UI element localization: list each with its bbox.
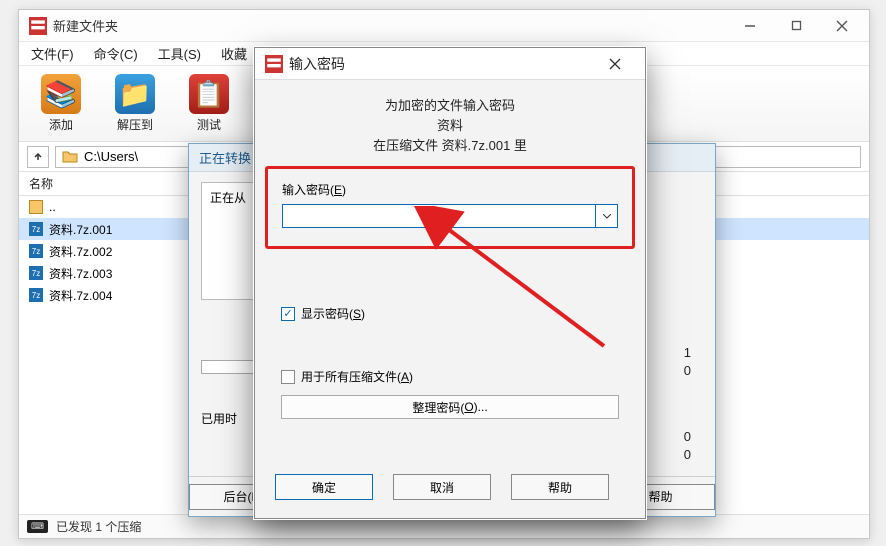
use-for-all-label: 用于所有压缩文件(A) <box>301 368 413 385</box>
menu-command[interactable]: 命令(C) <box>90 42 142 65</box>
elapsed-label: 已用时 <box>201 410 261 427</box>
tool-add-label: 添加 <box>49 116 73 133</box>
column-name[interactable]: 名称 <box>29 175 53 192</box>
nav-up-button[interactable] <box>27 146 49 168</box>
menu-tools[interactable]: 工具(S) <box>154 42 205 65</box>
row-name: 资料.7z.001 <box>49 221 112 238</box>
main-titlebar: 新建文件夹 <box>19 10 869 42</box>
ok-button[interactable]: 确定 <box>275 474 373 500</box>
folder-icon <box>62 149 78 165</box>
path-text: C:\Users\ <box>84 149 138 164</box>
keyboard-icon: ⌨ <box>27 520 48 533</box>
winrar-icon <box>265 55 283 73</box>
tool-extract[interactable]: 📁 解压到 <box>107 74 163 133</box>
password-input[interactable] <box>282 204 596 228</box>
password-header-line3: 在压缩文件 资料.7z.001 里 <box>255 136 645 156</box>
use-for-all-check[interactable]: ✓ 用于所有压缩文件(A) <box>281 368 645 385</box>
tool-extract-label: 解压到 <box>117 116 153 133</box>
password-highlight-frame: 输入密码(E) <box>265 166 635 249</box>
main-window-title: 新建文件夹 <box>53 16 118 35</box>
password-dropdown-button[interactable] <box>596 204 618 228</box>
manage-passwords-button[interactable]: 整理密码(O)... <box>281 395 619 419</box>
menu-file[interactable]: 文件(F) <box>27 42 78 65</box>
close-button[interactable] <box>819 12 865 40</box>
close-icon[interactable] <box>595 50 635 78</box>
password-input-label: 输入密码(E) <box>282 181 618 198</box>
password-header-line2: 资料 <box>255 116 645 136</box>
help-button[interactable]: 帮助 <box>511 474 609 500</box>
archive-test-icon: 📋 <box>189 74 229 114</box>
minimize-button[interactable] <box>727 12 773 40</box>
extracting-info-text: 正在从 <box>210 191 246 205</box>
password-header: 为加密的文件输入密码 资料 在压缩文件 资料.7z.001 里 <box>255 80 645 166</box>
cancel-button[interactable]: 取消 <box>393 474 491 500</box>
tool-add[interactable]: 📚 添加 <box>33 74 89 133</box>
row-name: 资料.7z.003 <box>49 265 112 282</box>
show-password-label: 显示密码(S) <box>301 305 365 322</box>
archive-icon: 7z <box>29 244 43 258</box>
checkbox-checked-icon: ✓ <box>281 307 295 321</box>
password-dialog-titlebar: 输入密码 <box>255 48 645 80</box>
password-header-line1: 为加密的文件输入密码 <box>255 96 645 116</box>
folder-up-icon <box>29 200 43 214</box>
row-name: 资料.7z.004 <box>49 287 112 304</box>
show-password-check[interactable]: ✓ 显示密码(S) <box>281 305 645 322</box>
password-dialog-title: 输入密码 <box>289 54 345 74</box>
archive-icon: 7z <box>29 288 43 302</box>
archive-extract-icon: 📁 <box>115 74 155 114</box>
status-text: 已发现 1 个压缩 <box>56 518 141 535</box>
archive-icon: 7z <box>29 266 43 280</box>
password-dialog: 输入密码 为加密的文件输入密码 资料 在压缩文件 资料.7z.001 里 输入密… <box>254 47 646 519</box>
chevron-down-icon <box>603 214 611 219</box>
archive-add-icon: 📚 <box>41 74 81 114</box>
checkbox-unchecked-icon: ✓ <box>281 370 295 384</box>
tool-test-label: 测试 <box>197 116 221 133</box>
winrar-icon <box>29 17 47 35</box>
tool-test[interactable]: 📋 测试 <box>181 74 237 133</box>
row-name: 资料.7z.002 <box>49 243 112 260</box>
row-name: .. <box>49 200 56 214</box>
archive-icon: 7z <box>29 222 43 236</box>
maximize-button[interactable] <box>773 12 819 40</box>
menu-fav[interactable]: 收藏 <box>217 42 251 65</box>
